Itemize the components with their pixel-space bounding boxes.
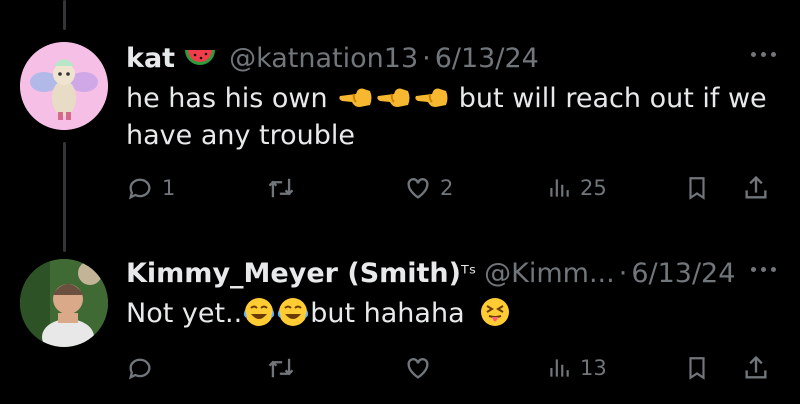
post-actions: 13 bbox=[126, 350, 780, 386]
name-suffix: ᵀˢ bbox=[461, 261, 477, 285]
share-icon bbox=[745, 355, 767, 379]
heart-icon bbox=[407, 178, 429, 199]
reply-button[interactable] bbox=[126, 350, 162, 386]
bookmark-button[interactable] bbox=[684, 350, 710, 386]
like-count: 2 bbox=[440, 176, 454, 200]
analytics-icon bbox=[550, 179, 569, 197]
view-count: 13 bbox=[580, 356, 607, 380]
heart-icon bbox=[407, 358, 429, 379]
share-icon bbox=[745, 175, 767, 199]
post[interactable]: Kimmy_Meyer (Smith) ᵀˢ @Kimm... · 6/13/2… bbox=[0, 240, 800, 404]
view-count: 25 bbox=[580, 176, 607, 200]
repost-icon bbox=[268, 358, 294, 378]
display-name[interactable]: Kimmy_Meyer (Smith) bbox=[126, 258, 461, 289]
analytics-icon bbox=[550, 359, 569, 377]
display-name[interactable]: kat bbox=[126, 43, 175, 74]
reply-icon bbox=[128, 358, 151, 380]
share-button[interactable] bbox=[742, 170, 770, 206]
post-text: Not yet.. but hahaha bbox=[126, 295, 780, 332]
bookmark-icon bbox=[689, 177, 705, 200]
reply-button[interactable]: 1 bbox=[126, 170, 175, 206]
post-actions: 1 2 25 bbox=[126, 170, 780, 206]
post[interactable]: kat @katnation13 · 6/13/24 he has his ow… bbox=[0, 0, 800, 240]
repost-icon bbox=[268, 178, 294, 198]
post-header: Kimmy_Meyer (Smith) ᵀˢ @Kimm... · 6/13/2… bbox=[126, 253, 780, 293]
post-text: he has his own but will reach out if we … bbox=[126, 80, 780, 154]
views-button[interactable]: 25 bbox=[546, 170, 607, 206]
tears-of-joy-emoji-icon bbox=[242, 296, 276, 328]
squinting-tongue-emoji-icon bbox=[479, 296, 511, 328]
more-options-icon[interactable] bbox=[747, 259, 780, 280]
avatar[interactable] bbox=[20, 259, 108, 347]
post-text-part: he has his own bbox=[126, 83, 328, 114]
separator: · bbox=[422, 42, 431, 74]
avatar[interactable] bbox=[20, 42, 108, 130]
post-date[interactable]: 6/13/24 bbox=[631, 258, 735, 289]
bookmark-icon bbox=[689, 357, 705, 380]
more-options-icon[interactable] bbox=[747, 44, 780, 65]
like-button[interactable]: 2 bbox=[404, 170, 453, 206]
views-button[interactable]: 13 bbox=[546, 350, 607, 386]
reply-count: 1 bbox=[162, 176, 176, 200]
separator: · bbox=[618, 257, 628, 289]
like-button[interactable] bbox=[404, 350, 440, 386]
pointing-left-emoji-icon bbox=[412, 83, 450, 113]
post-header: kat @katnation13 · 6/13/24 bbox=[126, 38, 780, 78]
bookmark-button[interactable] bbox=[684, 170, 710, 206]
user-handle[interactable]: @Kimm... bbox=[484, 258, 615, 289]
pointing-left-emoji-icon bbox=[336, 83, 374, 113]
tears-of-joy-emoji-icon bbox=[276, 296, 310, 328]
repost-button[interactable] bbox=[266, 350, 296, 386]
post-date[interactable]: 6/13/24 bbox=[435, 43, 539, 74]
user-handle[interactable]: @katnation13 bbox=[229, 43, 418, 74]
post-text-part: but hahaha bbox=[310, 298, 465, 329]
post-text-part: Not yet.. bbox=[126, 298, 243, 329]
share-button[interactable] bbox=[742, 350, 770, 386]
watermelon-icon bbox=[183, 44, 217, 72]
pointing-left-emoji-icon bbox=[374, 83, 412, 113]
reply-icon bbox=[128, 178, 151, 200]
repost-button[interactable] bbox=[266, 170, 296, 206]
